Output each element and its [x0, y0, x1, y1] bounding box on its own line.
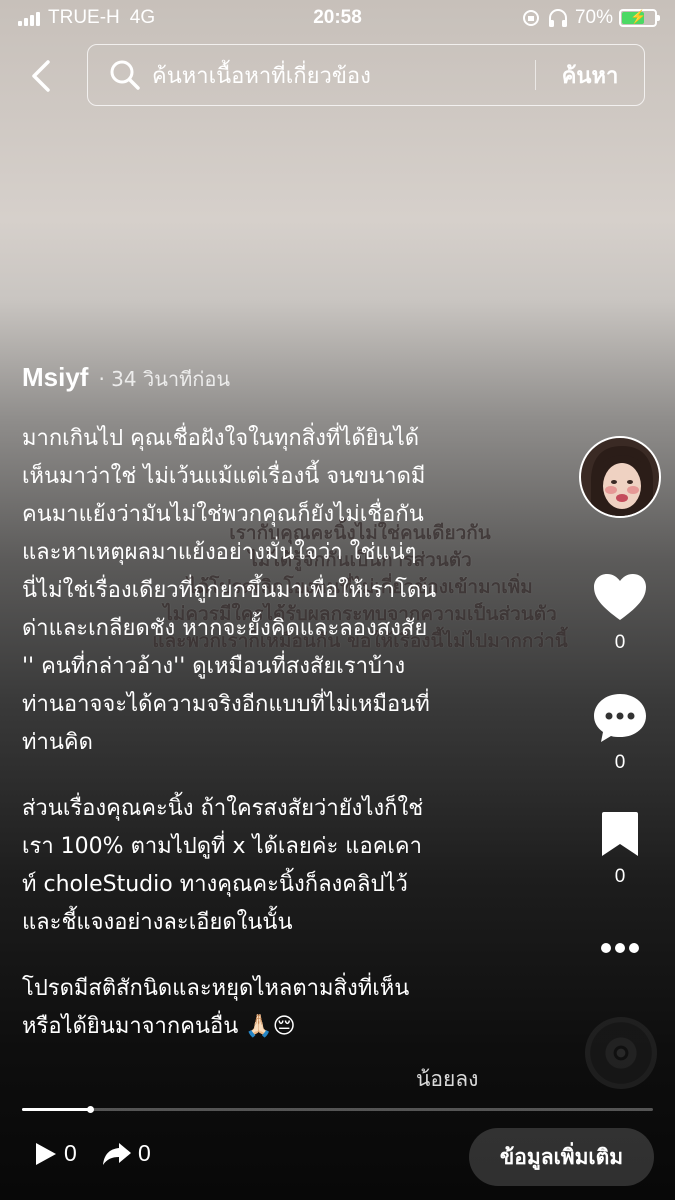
play-icon: [36, 1142, 56, 1165]
more-info-button[interactable]: ข้อมูลเพิ่มเติม: [469, 1128, 654, 1186]
battery-percent: 70%: [574, 7, 613, 28]
back-button[interactable]: [22, 56, 62, 96]
more-options-button[interactable]: [580, 938, 660, 962]
bookmark-icon[interactable]: [600, 810, 640, 858]
search-bar[interactable]: ค้นหาเนื้อหาที่เกี่ยวข้อง ค้นหา: [87, 44, 645, 106]
save-action[interactable]: 0: [580, 810, 660, 888]
music-disc-icon[interactable]: [585, 1017, 657, 1089]
like-action[interactable]: 0: [580, 572, 660, 654]
orientation-lock-icon: [522, 10, 539, 26]
author-line: Msiyf · 34 วินาทีก่อน: [22, 362, 230, 395]
comment-count: 0: [614, 752, 626, 773]
comment-icon[interactable]: [592, 692, 648, 744]
play-stat[interactable]: 0: [32, 1140, 77, 1167]
comment-action[interactable]: 0: [580, 692, 660, 774]
avatar-face-icon: [591, 446, 653, 516]
author-name[interactable]: Msiyf: [22, 362, 88, 393]
network-type: 4G: [129, 7, 156, 28]
battery-icon: ⚡: [619, 9, 660, 27]
more-dots-icon[interactable]: [598, 938, 642, 958]
share-count: 0: [138, 1140, 151, 1166]
caption-paragraph: โปรดมีสติสักนิดและหยุดไหลตามสิ่งที่เห็น …: [22, 976, 410, 1039]
search-icon: [110, 60, 140, 90]
carrier-name: TRUE-H: [48, 7, 120, 28]
playback-progress[interactable]: [22, 1106, 653, 1113]
save-count: 0: [614, 866, 626, 887]
creator-avatar[interactable]: [579, 436, 661, 518]
progress-knob[interactable]: [87, 1106, 95, 1113]
share-icon: [103, 1142, 131, 1165]
post-caption: มากเกินไป คุณเชื่อฝังใจในทุกสิ่งที่ได้ยิ…: [22, 392, 502, 1080]
signal-icon: [18, 10, 40, 26]
share-stat[interactable]: 0: [102, 1140, 151, 1167]
headphones-icon: [548, 9, 567, 27]
see-less-link[interactable]: น้อยลง: [416, 1063, 478, 1096]
post-time: · 34 วินาทีก่อน: [98, 367, 231, 391]
heart-icon[interactable]: [592, 572, 648, 624]
play-count: 0: [64, 1140, 77, 1166]
search-button[interactable]: ค้นหา: [536, 58, 644, 93]
status-bar: TRUE-H 4G 20:58 70% ⚡: [0, 0, 675, 36]
caption-paragraph: ส่วนเรื่องคุณคะนิ้ง ถ้าใครสงสัยว่ายังไงก…: [22, 796, 424, 935]
caption-paragraph: มากเกินไป คุณเชื่อฝังใจในทุกสิ่งที่ได้ยิ…: [22, 426, 437, 755]
like-count: 0: [614, 632, 626, 653]
search-input[interactable]: ค้นหาเนื้อหาที่เกี่ยวข้อง: [152, 58, 535, 93]
